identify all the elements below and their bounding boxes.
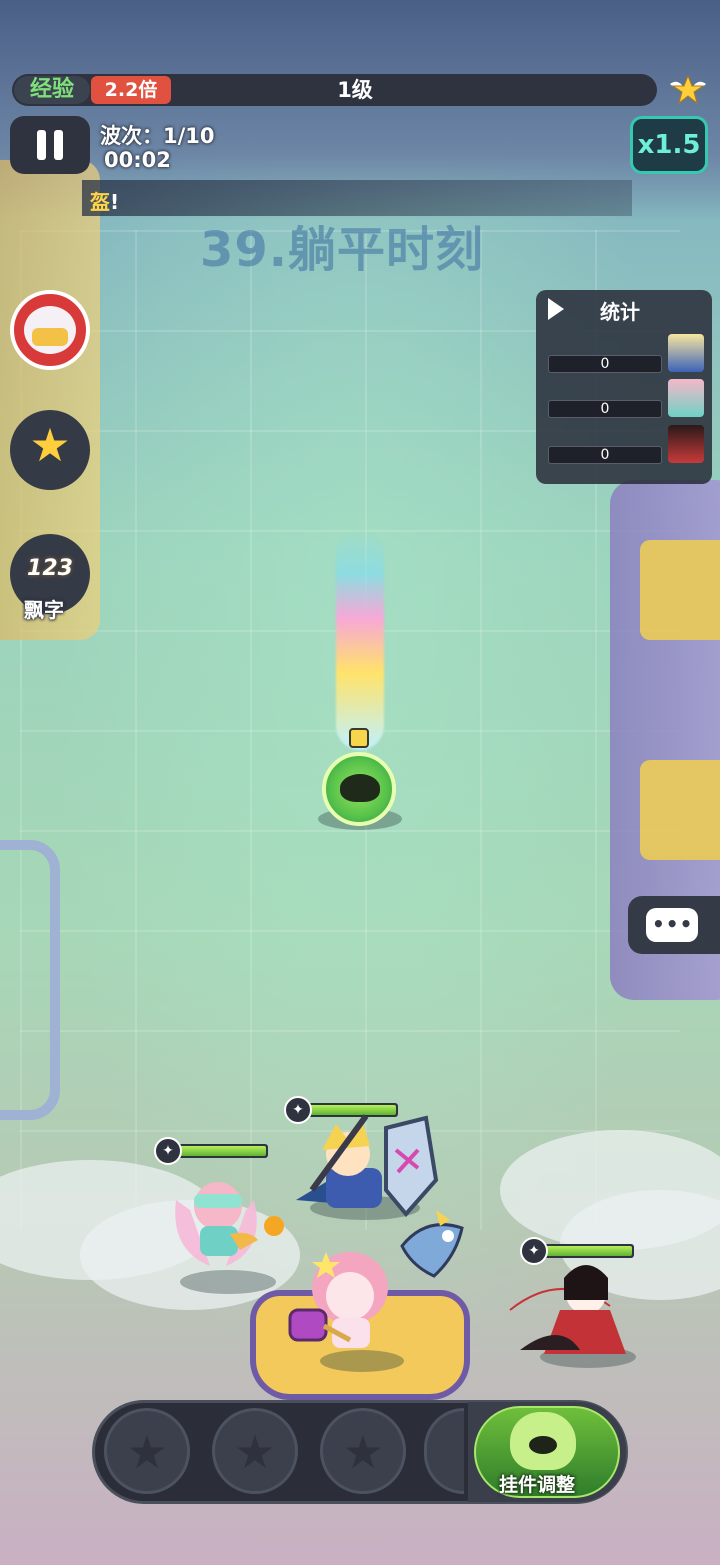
hero-pink-girl[interactable] <box>280 1240 430 1365</box>
floating-text-label: 飘字 <box>24 598 64 622</box>
boss-avatar-button[interactable] <box>10 290 90 370</box>
speed-toggle-button[interactable]: x1.5 <box>630 116 708 174</box>
wave-counter: 波次：1/10 <box>100 124 215 148</box>
wave-timer: 00:02 <box>104 148 171 172</box>
play-icon[interactable] <box>548 298 564 320</box>
left-pipe <box>0 840 60 1120</box>
ticker-text: 盔! <box>90 190 120 214</box>
hero-swordsman[interactable] <box>286 1110 446 1220</box>
level-text: 1级 <box>337 78 373 102</box>
stat-bar-1: 0 <box>548 355 662 373</box>
hero-portrait-swordsman <box>668 334 704 372</box>
stage-title: 39.躺平时刻 <box>200 222 485 278</box>
projectile-trail <box>336 530 384 750</box>
stat-bar-2: 0 <box>548 400 662 418</box>
cat-face-icon <box>340 774 380 802</box>
skill-slot-2[interactable]: ★ <box>212 1408 298 1494</box>
winged-star-icon[interactable] <box>668 72 708 108</box>
star-button[interactable]: ★ <box>10 410 90 490</box>
hero-portrait-dancer <box>668 425 704 463</box>
exp-label: 经验 <box>14 76 90 104</box>
exp-multiplier-badge: 2.2倍 <box>91 76 171 104</box>
plugin-adjust-label: 挂件调整 <box>498 1474 575 1496</box>
star-icon: ★ <box>29 418 71 472</box>
pause-button[interactable] <box>10 116 90 174</box>
stat-bar-3: 0 <box>548 446 662 464</box>
hero-dancer[interactable] <box>500 1250 650 1365</box>
empty-star-icon: ★ <box>234 1425 276 1479</box>
skill-slot-1[interactable]: ★ <box>104 1408 190 1494</box>
floating-text-icon: 123 <box>27 556 73 581</box>
stats-title: 统计 <box>600 300 640 324</box>
skill-slot-3[interactable]: ★ <box>320 1408 406 1494</box>
orb-tag-icon <box>349 728 369 748</box>
hero-portrait-vr-girl <box>668 379 704 417</box>
empty-star-icon: ★ <box>126 1425 168 1479</box>
empty-star-icon: ★ <box>342 1425 384 1479</box>
